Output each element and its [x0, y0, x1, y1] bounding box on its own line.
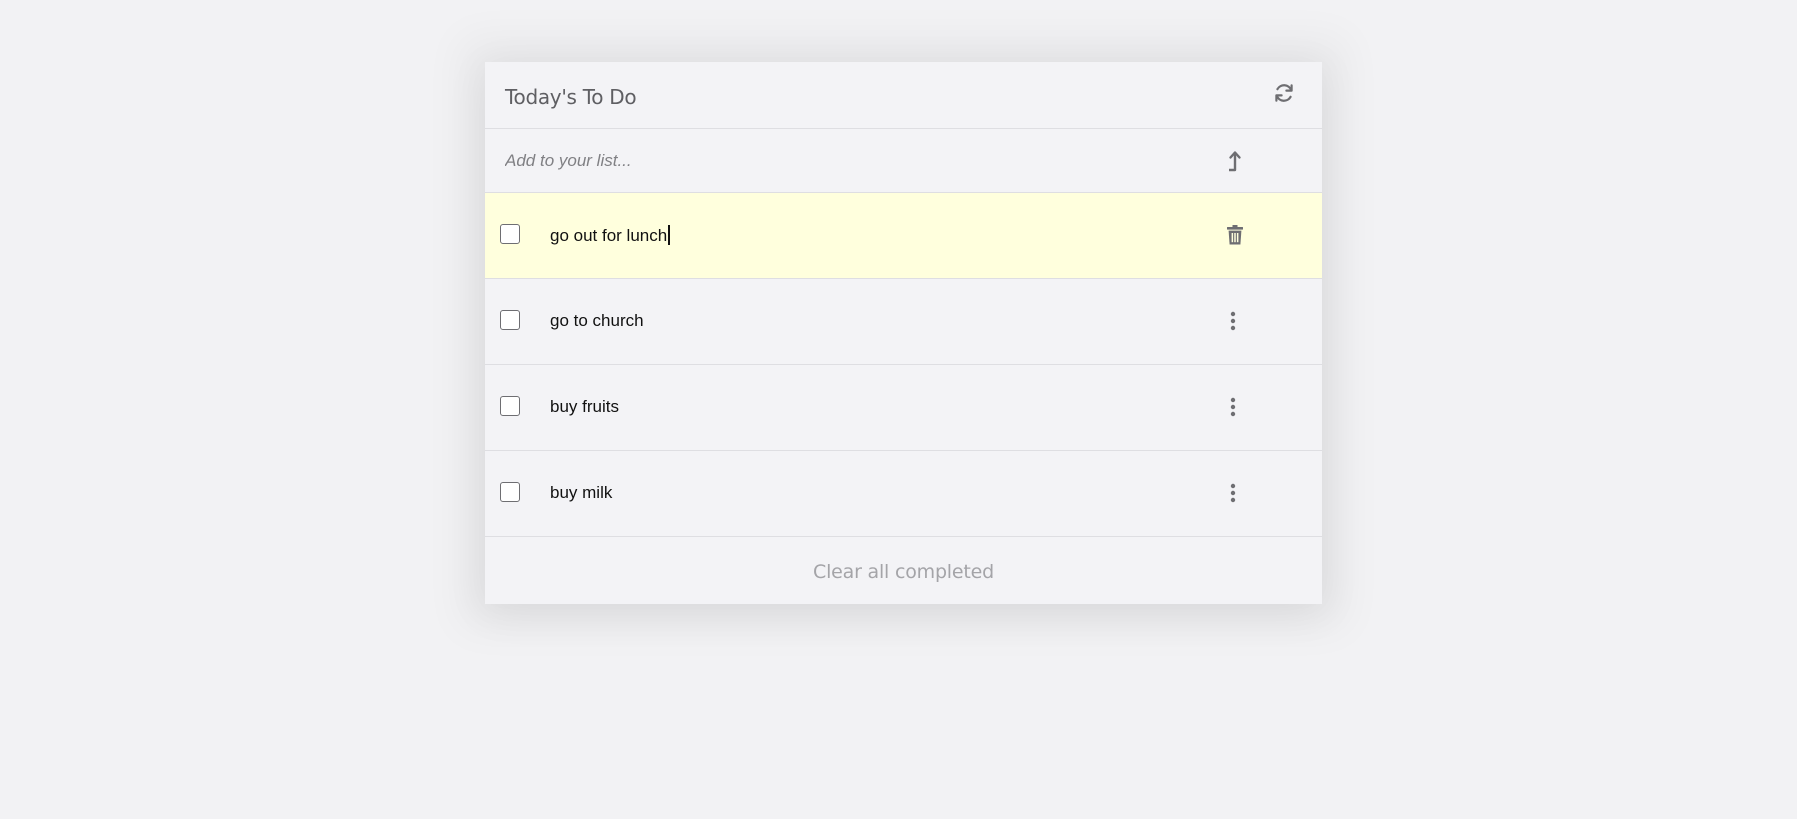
delete-item-button[interactable]: [1225, 224, 1245, 246]
todo-item: buy milk: [485, 451, 1322, 537]
item-menu-button[interactable]: [1225, 482, 1241, 504]
more-vertical-icon: [1230, 397, 1236, 417]
todo-checkbox[interactable]: [500, 310, 520, 330]
add-item-row: [485, 129, 1322, 193]
todo-header: Today's To Do: [485, 62, 1322, 129]
todo-item-label[interactable]: go to church: [550, 311, 644, 331]
text-caret: [668, 225, 670, 245]
todo-card: Today's To Do go out for lunch: [485, 62, 1322, 604]
refresh-icon: [1275, 84, 1293, 102]
refresh-button[interactable]: [1272, 81, 1296, 105]
more-vertical-icon: [1230, 483, 1236, 503]
todo-footer: Clear all completed: [485, 537, 1322, 604]
todo-item-label: go out for lunch: [550, 226, 668, 245]
app-title: Today's To Do: [505, 85, 637, 109]
todo-checkbox[interactable]: [500, 224, 520, 244]
todo-item-label[interactable]: buy fruits: [550, 397, 619, 417]
todo-item: go out for lunch: [485, 193, 1322, 279]
more-vertical-icon: [1230, 311, 1236, 331]
todo-item-text-editing[interactable]: go out for lunch: [550, 225, 670, 246]
add-item-button[interactable]: [1223, 149, 1245, 173]
item-menu-button[interactable]: [1225, 396, 1241, 418]
todo-item: buy fruits: [485, 365, 1322, 451]
arrow-up-icon: [1229, 151, 1241, 172]
clear-completed-label: Clear all completed: [813, 561, 994, 583]
todo-item: go to church: [485, 279, 1322, 365]
todo-checkbox[interactable]: [500, 482, 520, 502]
todo-checkbox[interactable]: [500, 396, 520, 416]
trash-icon: [1227, 225, 1243, 245]
clear-completed-button[interactable]: Clear all completed: [485, 561, 1322, 583]
todo-item-label[interactable]: buy milk: [550, 483, 612, 503]
item-menu-button[interactable]: [1225, 310, 1241, 332]
add-item-input[interactable]: [505, 148, 1105, 174]
